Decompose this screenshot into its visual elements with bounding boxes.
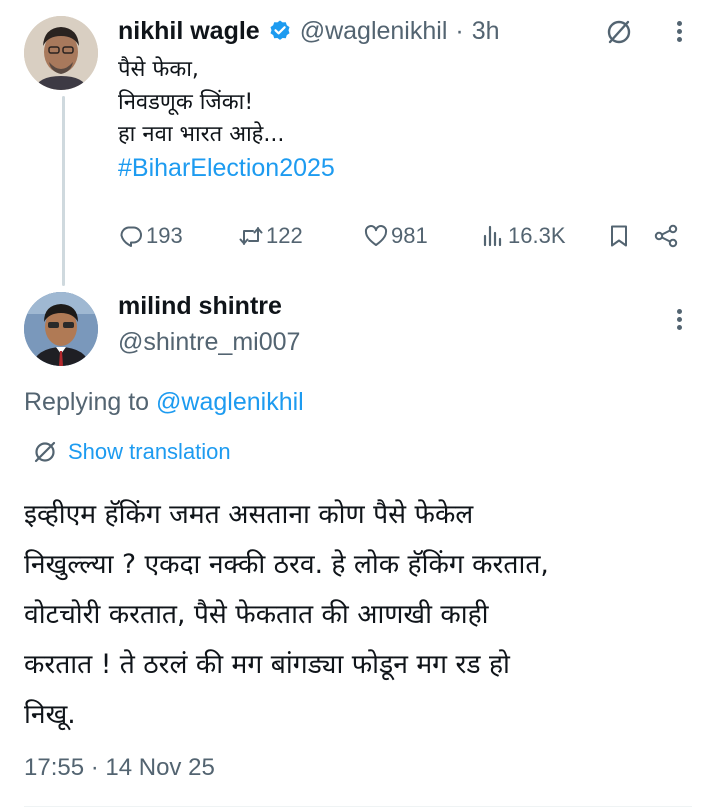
avatar-nikhil-wagle[interactable] — [24, 16, 98, 90]
reply-more-options-icon[interactable] — [672, 306, 686, 336]
share-button[interactable] — [653, 218, 681, 254]
repost-icon — [239, 227, 263, 245]
author-name[interactable]: nikhil wagle — [118, 17, 260, 46]
original-tweet-header: nikhil wagle @waglenikhil · 3h — [118, 14, 500, 48]
verified-badge-icon — [268, 19, 292, 43]
show-translation-button[interactable]: Show translation — [32, 436, 231, 468]
tweet-line: निवडणूक जिंका! — [118, 89, 254, 115]
repost-count: 122 — [266, 223, 303, 248]
author-handle[interactable]: @waglenikhil — [300, 17, 448, 46]
replying-to-line: Replying to @waglenikhil — [24, 388, 304, 417]
reply-author-handle[interactable]: @shintre_mi007 — [118, 328, 300, 357]
like-icon — [364, 225, 388, 246]
views-button[interactable]: 16.3K — [480, 218, 566, 254]
tweet-actions-bar: 193 122 981 16.3K — [118, 218, 688, 254]
reply-line: वोटचोरी करतात, पैसे फेकतात की आणखी काही — [24, 599, 489, 630]
like-button[interactable]: 981 — [363, 218, 428, 254]
bottom-divider — [24, 806, 692, 807]
views-icon — [483, 225, 502, 247]
meta-separator: · — [455, 16, 464, 45]
reply-count: 193 — [146, 223, 183, 248]
reply-line: निखुल्ल्या ? एकदा नक्की ठरव. हे लोक हॅकि… — [24, 549, 549, 580]
bookmark-button[interactable] — [606, 218, 634, 254]
translate-icon — [34, 441, 56, 463]
original-tweet-body: पैसे फेका, निवडणूक जिंका! हा नवा भारत आह… — [118, 54, 335, 184]
reply-tweet-body: इव्हीएम हॅकिंग जमत असताना कोण पैसे फेकेल… — [24, 490, 704, 740]
reply-author-name[interactable]: milind shintre — [118, 292, 282, 321]
time-ago[interactable]: 3h — [472, 17, 500, 46]
reply-icon — [120, 226, 142, 247]
show-translation-label: Show translation — [68, 439, 231, 464]
bookmark-icon — [611, 225, 627, 247]
replying-to-mention[interactable]: @waglenikhil — [156, 388, 304, 416]
like-count: 981 — [391, 223, 428, 248]
repost-button[interactable]: 122 — [238, 218, 303, 254]
avatar-milind-shintre[interactable] — [24, 292, 98, 366]
reply-button[interactable]: 193 — [118, 218, 183, 254]
hashtag-link[interactable]: #BiharElection2025 — [118, 152, 335, 185]
replying-prefix: Replying to — [24, 388, 150, 416]
reply-line: इव्हीएम हॅकिंग जमत असताना कोण पैसे फेकेल — [24, 499, 474, 530]
share-icon — [654, 224, 678, 248]
more-options-icon[interactable] — [672, 18, 686, 48]
views-count: 16.3K — [508, 223, 566, 248]
reply-timestamp[interactable]: 17:55 · 14 Nov 25 — [24, 754, 215, 782]
grok-icon[interactable] — [605, 18, 633, 46]
tweet-line: पैसे फेका, — [118, 57, 199, 82]
reply-line: निखू. — [24, 699, 76, 730]
reply-line: करतात ! ते ठरलं की मग बांगड्या फोडून मग … — [24, 649, 510, 680]
tweet-line: हा नवा भारत आहे... — [118, 122, 285, 147]
thread-connector-line — [62, 96, 65, 286]
